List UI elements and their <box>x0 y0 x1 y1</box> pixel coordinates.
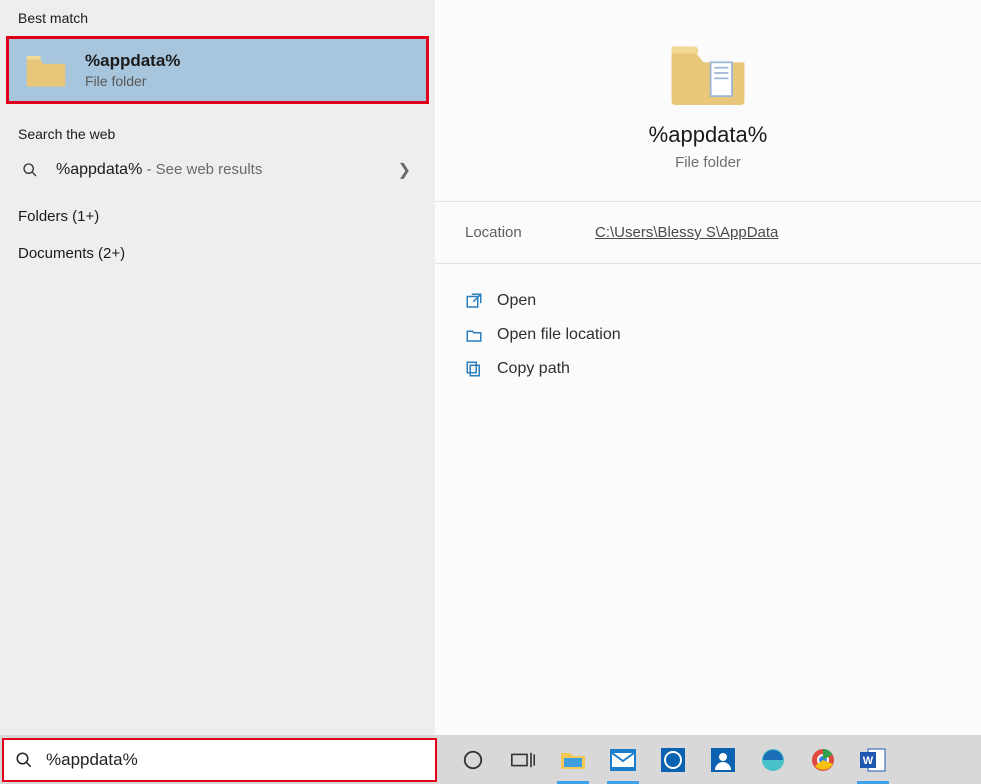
word-icon[interactable]: W <box>855 742 891 778</box>
web-result-text: %appdata% - See web results <box>56 161 398 179</box>
location-label: Location <box>465 224 595 241</box>
people-icon[interactable] <box>705 742 741 778</box>
best-match-title: %appdata% <box>85 51 180 71</box>
open-location-label: Open file location <box>497 326 621 344</box>
preview-subtitle: File folder <box>455 154 961 171</box>
copy-icon <box>465 360 483 378</box>
mail-icon[interactable] <box>605 742 641 778</box>
search-input[interactable] <box>44 749 435 771</box>
open-icon <box>465 292 483 310</box>
category-documents[interactable]: Documents (2+) <box>0 235 435 272</box>
task-view-icon[interactable] <box>505 742 541 778</box>
search-icon <box>18 162 42 178</box>
location-link[interactable]: C:\Users\Blessy S\AppData <box>595 224 951 241</box>
dell-icon[interactable] <box>655 742 691 778</box>
open-action[interactable]: Open <box>465 284 951 318</box>
search-icon <box>4 751 44 769</box>
search-box[interactable] <box>2 738 437 782</box>
category-folders[interactable]: Folders (1+) <box>0 198 435 235</box>
folder-icon <box>25 52 67 88</box>
copy-path-label: Copy path <box>497 360 570 378</box>
best-match-subtitle: File folder <box>85 73 180 89</box>
best-match-header: Best match <box>0 0 435 34</box>
preview-title: %appdata% <box>455 122 961 148</box>
chrome-icon[interactable] <box>805 742 841 778</box>
edge-icon[interactable] <box>755 742 791 778</box>
location-icon <box>465 326 483 344</box>
web-result-row[interactable]: %appdata% - See web results ❯ <box>0 150 435 190</box>
chevron-right-icon: ❯ <box>398 160 417 180</box>
file-explorer-icon[interactable] <box>555 742 591 778</box>
cortana-ring-icon[interactable] <box>455 742 491 778</box>
best-match-result[interactable]: %appdata% File folder <box>6 36 429 104</box>
copy-path-action[interactable]: Copy path <box>465 352 951 386</box>
open-label: Open <box>497 292 536 310</box>
open-file-location-action[interactable]: Open file location <box>465 318 951 352</box>
folder-large-icon <box>668 38 748 108</box>
svg-text:W: W <box>863 755 874 767</box>
search-web-header: Search the web <box>0 116 435 150</box>
taskbar: W <box>439 742 981 778</box>
